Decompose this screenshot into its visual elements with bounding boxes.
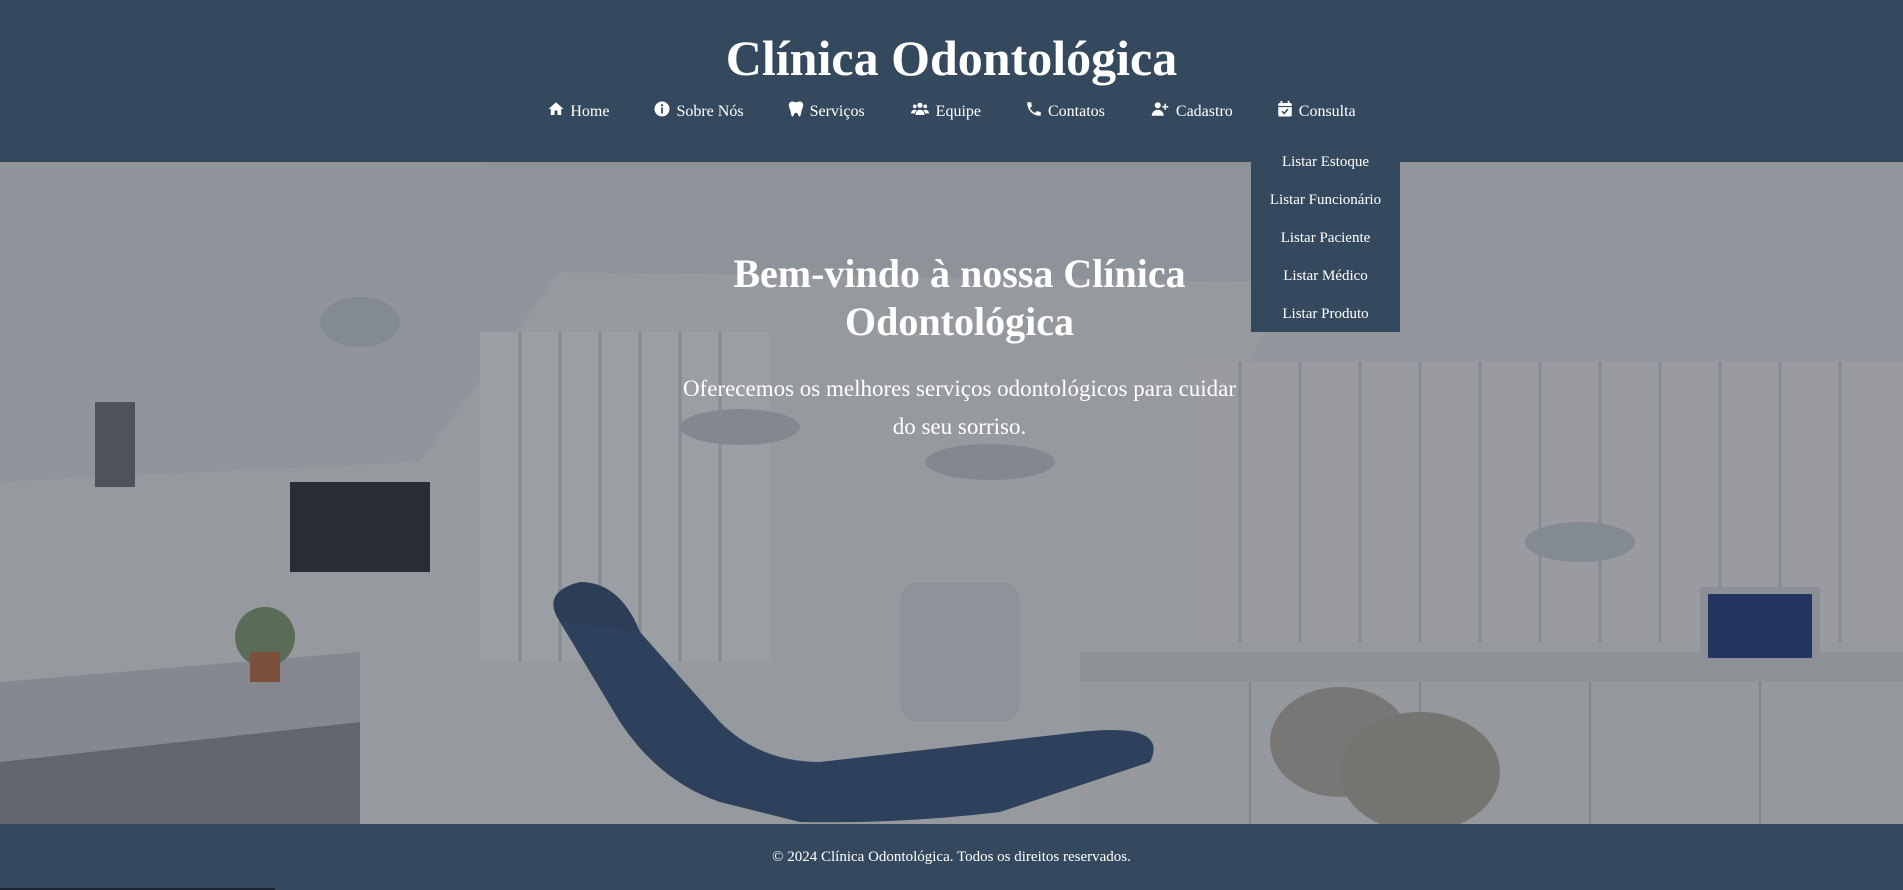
nav-item-label: Contatos — [1048, 102, 1105, 120]
users-icon — [909, 100, 931, 123]
nav-item-label: Serviços — [809, 102, 865, 120]
dropdown-item-listar-produto[interactable]: Listar Produto — [1251, 295, 1400, 333]
hero-content: Bem-vindo à nossa Clínica Odontológica O… — [651, 250, 1268, 446]
dropdown-item-listar-paciente[interactable]: Listar Paciente — [1251, 219, 1400, 257]
consulta-dropdown-menu: Listar Estoque Listar Funcionário Listar… — [1251, 143, 1400, 332]
phone-icon — [1025, 100, 1043, 123]
home-icon — [547, 100, 565, 123]
nav-item-label: Home — [570, 102, 610, 120]
info-icon — [653, 100, 671, 123]
nav-item-label: Cadastro — [1175, 102, 1233, 120]
nav-item-home[interactable]: Home — [547, 100, 609, 123]
nav-item-sobre-nos[interactable]: Sobre Nós — [653, 100, 744, 123]
dropdown-item-listar-medico[interactable]: Listar Médico — [1251, 257, 1400, 295]
calendar-check-icon — [1276, 100, 1294, 123]
nav-item-consulta[interactable]: Consulta — [1276, 100, 1356, 123]
nav-item-label: Equipe — [935, 102, 981, 120]
site-header: Clínica Odontológica Home Sobre Nós Serv… — [0, 0, 1903, 162]
footer-copyright: © 2024 Clínica Odontológica. Todos os di… — [772, 849, 1131, 865]
nav-item-cadastro[interactable]: Cadastro — [1149, 100, 1233, 123]
hero-title: Bem-vindo à nossa Clínica Odontológica — [733, 251, 1186, 344]
dropdown-item-listar-estoque[interactable]: Listar Estoque — [1251, 143, 1400, 181]
nav-item-label: Sobre Nós — [676, 102, 744, 120]
hero-section: Bem-vindo à nossa Clínica Odontológica O… — [0, 162, 1903, 824]
user-plus-icon — [1149, 100, 1171, 123]
hero-text: Oferecemos os melhores serviços odontoló… — [682, 376, 1237, 439]
nav-item-label: Consulta — [1298, 102, 1356, 120]
nav-item-contatos[interactable]: Contatos — [1025, 100, 1105, 123]
site-footer: © 2024 Clínica Odontológica. Todos os di… — [0, 824, 1903, 890]
nav-item-equipe[interactable]: Equipe — [909, 100, 981, 123]
tooth-icon — [787, 100, 805, 123]
main-nav: Home Sobre Nós Serviços Equipe Contatos — [0, 100, 1903, 123]
dropdown-item-listar-funcionario[interactable]: Listar Funcionário — [1251, 181, 1400, 219]
site-title: Clínica Odontológica — [725, 30, 1178, 86]
nav-item-servicos[interactable]: Serviços — [787, 100, 865, 123]
